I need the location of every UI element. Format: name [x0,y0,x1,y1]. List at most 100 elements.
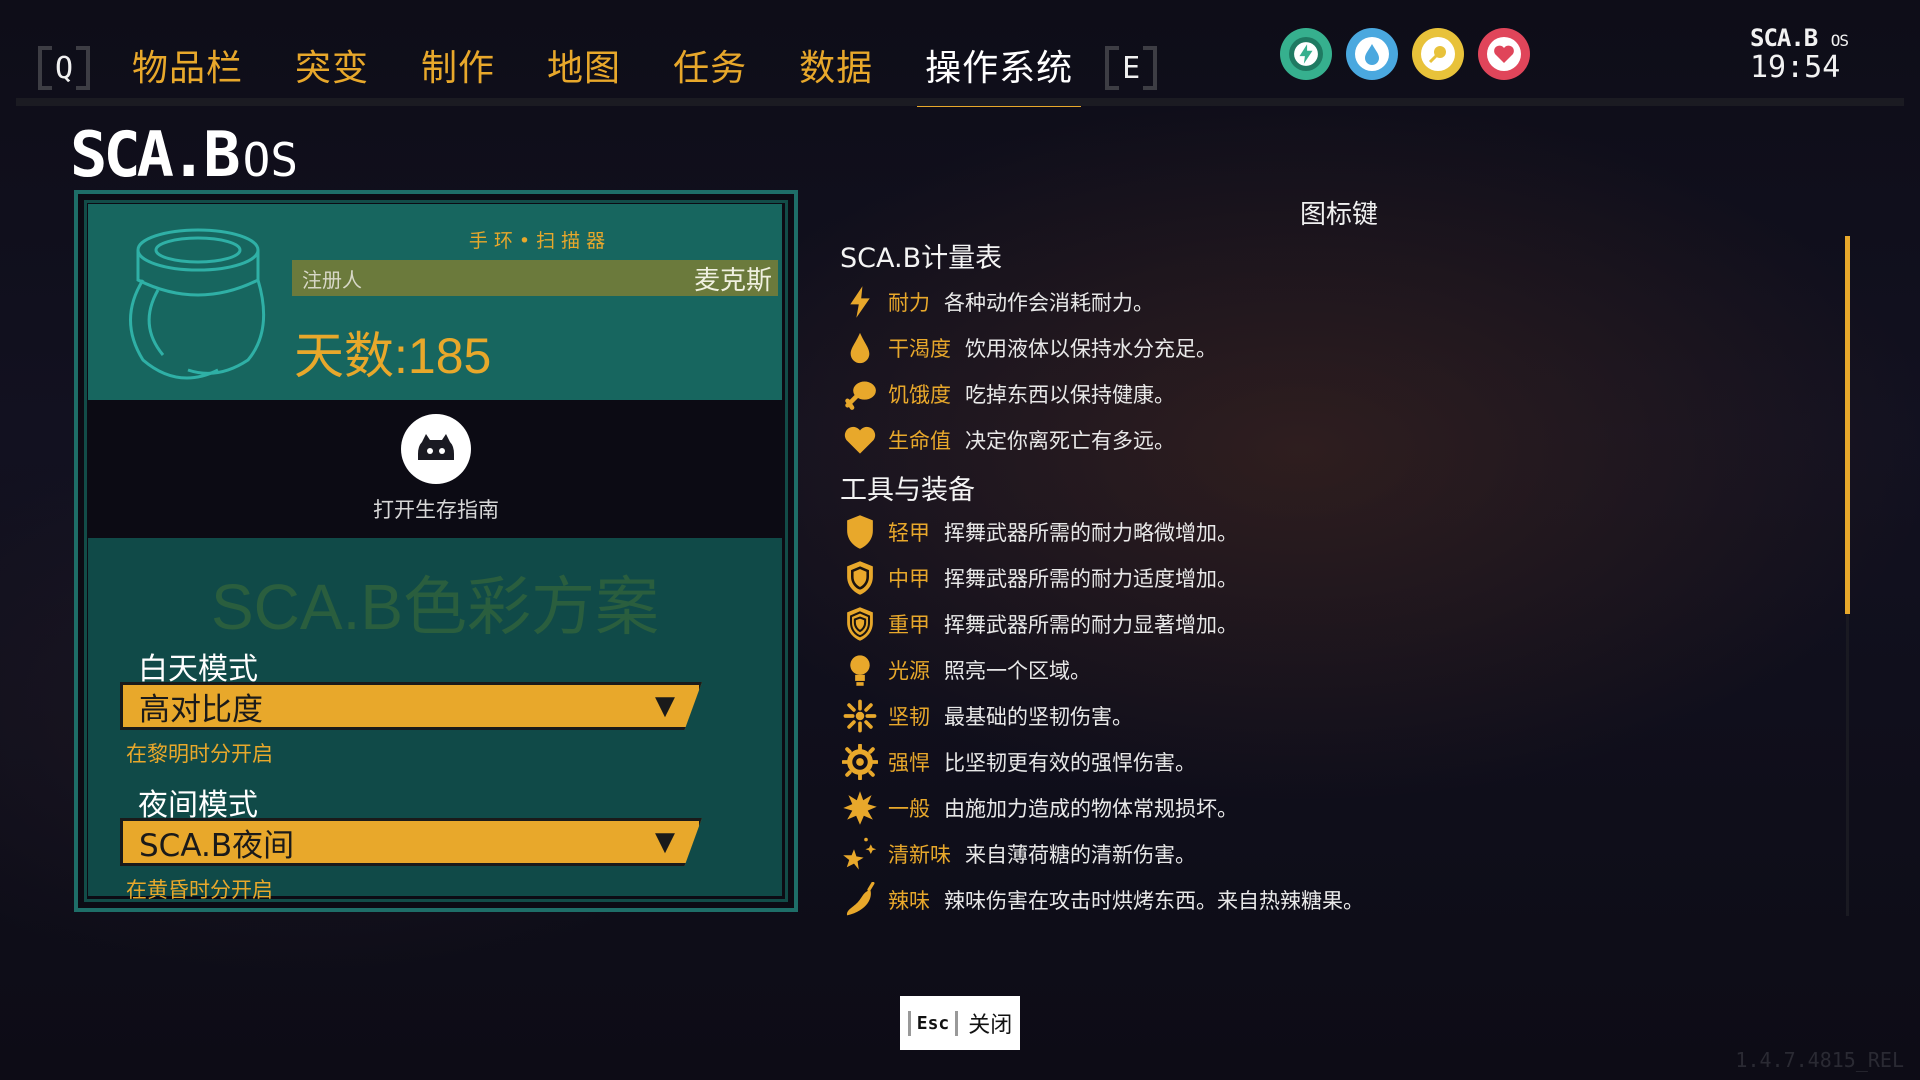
scanner-title: 手环•扫描器 [468,230,612,252]
list-item: 坚韧 最基础的坚韧伤害。 [842,696,1133,736]
tab-data[interactable]: 数据 [799,39,873,97]
item-desc: 由施加力造成的物体常规损坏。 [944,797,1238,821]
stamina-meter [1280,28,1332,80]
chevron-down-icon: ▼ [655,691,675,721]
night-mode-note: 在黄昏时分开启 [126,878,273,902]
prev-tab-key[interactable]: Q [38,44,90,92]
color-scheme-title: SCA.B色彩方案 [210,571,660,643]
left-panel: 手环•扫描器 注册人 麦克斯 天数:185 打开生存指南 SCA.B色彩方案 白… [74,190,798,912]
wrist-scanner-icon [129,228,266,380]
item-name: 轻甲 [888,521,930,545]
item-name: 生命值 [888,429,951,453]
item-name: 中甲 [888,567,930,591]
esc-key-icon: Esc [907,1010,959,1036]
list-item: 强悍 比坚韧更有效的强悍伤害。 [842,742,1196,782]
item-desc: 饮用液体以保持水分充足。 [965,337,1217,361]
item-name: 耐力 [888,291,930,315]
nav-divider [16,98,1904,106]
icon-key-title: 图标键 [1300,200,1379,230]
day-mode-note: 在黎明时分开启 [126,742,273,766]
close-label: 关闭 [968,1013,1013,1038]
list-item: 重甲 挥舞武器所需的耐力显著增加。 [842,604,1238,644]
list-item: 轻甲 挥舞武器所需的耐力略微增加。 [842,512,1238,552]
version-label: 1.4.7.4815_REL [1735,1048,1904,1072]
item-desc: 照亮一个区域。 [944,659,1091,683]
tab-inventory[interactable]: 物品栏 [132,39,243,97]
item-name: 重甲 [888,613,930,637]
list-item: 清新味 来自薄荷糖的清新伤害。 [842,834,1196,874]
lightning-icon [1294,42,1318,66]
shield-medium-icon [847,561,873,595]
tab-mutations[interactable]: 突变 [295,39,369,97]
item-desc: 最基础的坚韧伤害。 [944,705,1133,729]
item-desc: 各种动作会消耗耐力。 [944,291,1154,315]
chevron-down-icon: ▼ [655,827,675,857]
thirst-meter [1346,28,1398,80]
night-mode-value: SCA.B夜间 [139,827,295,864]
tab-os[interactable]: 操作系统 [917,39,1082,107]
wrist-scanner-card: 手环•扫描器 注册人 麦克斯 天数:185 [88,204,782,400]
item-desc: 挥舞武器所需的耐力适度增加。 [944,567,1238,591]
day-mode-label: 白天模式 [138,652,258,687]
heart-icon [1494,45,1514,63]
item-name: 一般 [888,797,930,821]
next-tab-key[interactable]: E [1105,44,1158,92]
item-name: 强悍 [888,751,930,775]
top-nav: Q 物品栏 突变 制作 地图 任务 数据 操作系统 E [38,38,1158,107]
night-mode-dropdown[interactable]: SCA.B夜间 ▼ [120,818,702,866]
pepper-icon [846,882,875,916]
item-name: 坚韧 [888,705,930,729]
health-meter [1478,28,1530,80]
list-item: 饥饿度 吃掉东西以保持健康。 [842,374,1175,414]
owner-label: 注册人 [302,267,362,292]
shield-heavy-icon [847,607,873,641]
starburst-icon [843,791,877,825]
water-drop-icon [850,332,870,364]
clock-widget: SCA.B OS 19:54 [1750,24,1860,85]
survival-guide-button[interactable] [401,414,471,484]
item-desc: 挥舞武器所需的耐力显著增加。 [944,613,1238,637]
item-name: 辣味 [888,889,930,913]
section-meters-title: SCA.B计量表 [840,243,1003,274]
item-desc: 吃掉东西以保持健康。 [965,383,1175,407]
heart-icon [844,426,876,454]
tab-quests[interactable]: 任务 [673,39,747,97]
lightning-icon [850,286,870,318]
clock-logo: SCA.B OS [1750,24,1849,52]
mint-stars-icon [843,837,877,870]
food-icon [1428,46,1446,64]
water-drop-icon [1365,44,1379,65]
item-desc: 挥舞武器所需的耐力略微增加。 [944,521,1238,545]
clock-time: 19:54 [1750,50,1841,85]
close-button[interactable]: Esc 关闭 [900,996,1020,1050]
scrollbar-thumb[interactable] [1845,236,1850,614]
item-desc: 决定你离死亡有多远。 [965,429,1175,453]
list-item: 生命值 决定你离死亡有多远。 [842,420,1175,460]
section-gear-title: 工具与装备 [840,475,975,506]
status-meters [1280,28,1530,80]
tab-map[interactable]: 地图 [547,39,621,97]
day-mode-dropdown[interactable]: 高对比度 ▼ [120,682,702,730]
item-name: 饥饿度 [888,383,951,407]
list-item: 中甲 挥舞武器所需的耐力适度增加。 [842,558,1238,598]
item-desc: 辣味伤害在攻击时烘烤东西。来自热辣糖果。 [944,889,1364,913]
survival-guide-label: 打开生存指南 [373,498,499,522]
list-item: 干渴度 饮用液体以保持水分充足。 [842,328,1217,368]
tab-crafting[interactable]: 制作 [421,39,495,97]
gear-burst-icon [842,744,878,780]
sparkle-icon [843,699,877,733]
owner-row: 注册人 麦克斯 [292,260,778,296]
drumstick-icon [845,381,876,410]
item-desc: 比坚韧更有效的强悍伤害。 [944,751,1196,775]
list-item: 耐力 各种动作会消耗耐力。 [842,282,1154,322]
color-scheme-card: SCA.B色彩方案 白天模式 高对比度 ▼ 在黎明时分开启 夜间模式 SCA.B… [88,538,782,902]
item-name: 清新味 [888,843,951,867]
shield-light-icon [847,515,873,549]
survival-guide[interactable]: 打开生存指南 [78,414,794,524]
robot-face-icon [418,434,454,460]
bulb-icon [850,655,870,686]
os-logo: SCA.B OS [70,118,299,191]
night-mode-label: 夜间模式 [138,788,258,823]
days-counter: 天数:185 [294,328,492,384]
item-desc: 来自薄荷糖的清新伤害。 [965,843,1196,867]
